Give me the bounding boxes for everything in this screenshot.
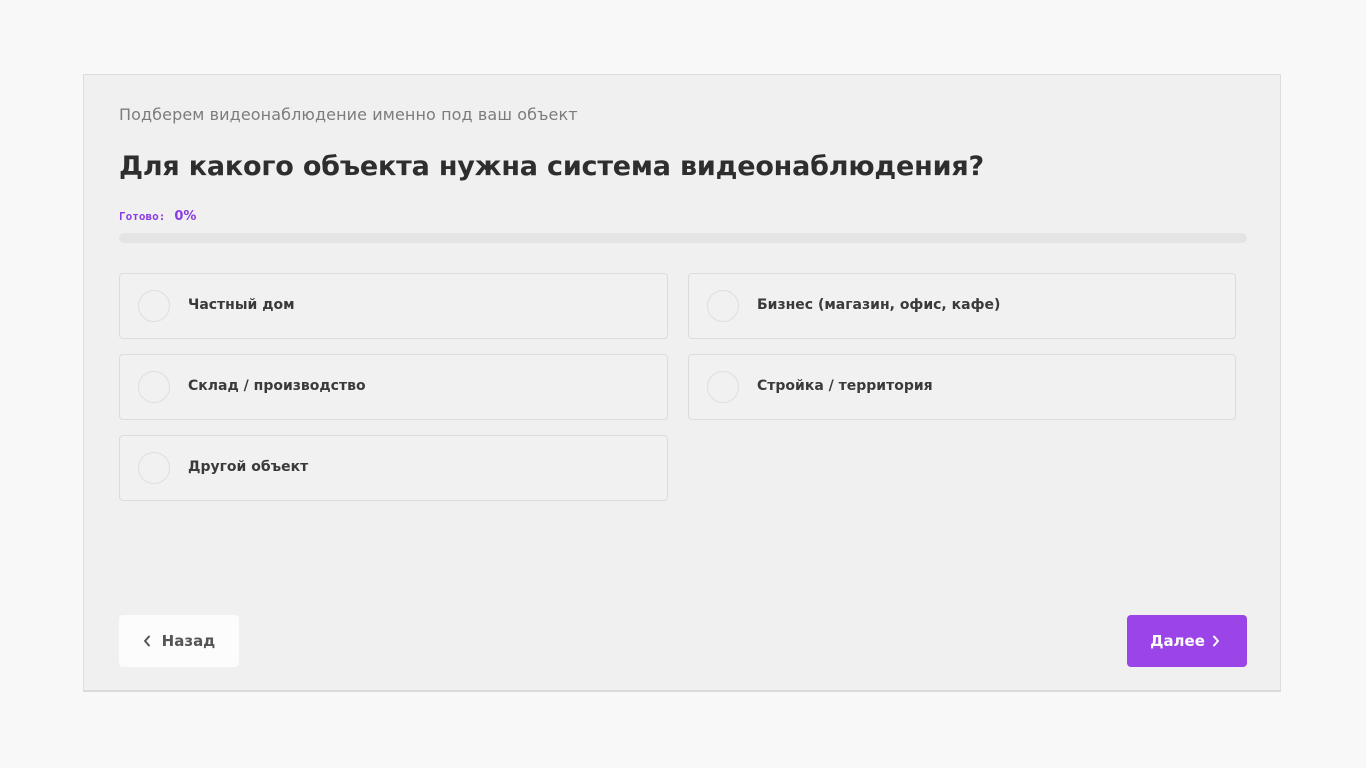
option-label: Склад / производство <box>188 378 366 394</box>
chevron-left-icon <box>143 635 155 647</box>
question-title: Для какого объекта нужна система видеона… <box>119 151 984 182</box>
option-label: Стройка / территория <box>757 378 933 394</box>
option-label: Частный дом <box>188 297 295 313</box>
chevron-right-icon <box>1212 635 1224 647</box>
option-warehouse[interactable]: Склад / производство <box>119 354 668 420</box>
next-button-label: Далее <box>1150 632 1205 650</box>
progress-bar <box>119 233 1247 243</box>
progress-caption: Готово: <box>119 210 166 223</box>
radio-button[interactable] <box>707 371 739 403</box>
radio-button[interactable] <box>138 452 170 484</box>
progress-label: Готово: 0% <box>119 209 196 224</box>
progress-value: 0% <box>174 209 197 224</box>
option-business[interactable]: Бизнес (магазин, офис, кафе) <box>688 273 1236 339</box>
quiz-card: Подберем видеонаблюдение именно под ваш … <box>83 74 1281 692</box>
option-construction[interactable]: Стройка / территория <box>688 354 1236 420</box>
quiz-subtitle: Подберем видеонаблюдение именно под ваш … <box>119 105 578 124</box>
option-label: Бизнес (магазин, офис, кафе) <box>757 297 1001 313</box>
option-label: Другой объект <box>188 459 309 475</box>
next-button[interactable]: Далее <box>1127 615 1247 667</box>
radio-button[interactable] <box>138 371 170 403</box>
option-other[interactable]: Другой объект <box>119 435 668 501</box>
option-private-house[interactable]: Частный дом <box>119 273 668 339</box>
radio-button[interactable] <box>138 290 170 322</box>
back-button-label: Назад <box>161 632 216 650</box>
radio-button[interactable] <box>707 290 739 322</box>
back-button[interactable]: Назад <box>119 615 239 667</box>
